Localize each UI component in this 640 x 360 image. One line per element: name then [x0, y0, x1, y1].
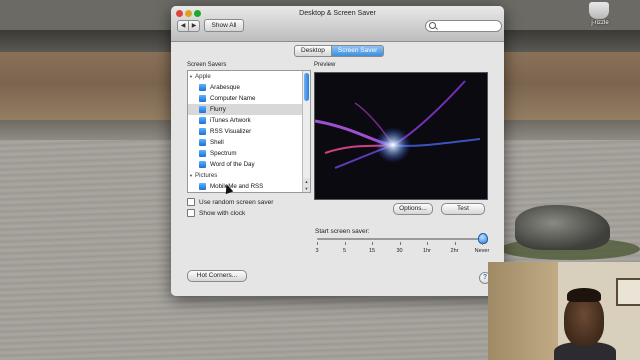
slider-tick	[454, 242, 456, 245]
screen-saver-module-icon	[199, 183, 206, 190]
slider-tick-label: Never	[474, 248, 490, 254]
screen-saver-list[interactable]: Apple Arabesque Computer Name Flurry iTunes …	[187, 70, 311, 193]
options-button[interactable]: Options...	[393, 203, 433, 215]
user-home-icon[interactable]	[589, 2, 609, 19]
scrollbar-thumb[interactable]	[304, 73, 309, 101]
list-item[interactable]: Computer Name	[188, 93, 310, 104]
slider-tick-label: 30	[396, 248, 403, 254]
slider-tick	[427, 242, 428, 245]
list-item[interactable]: MobileMe and RSS	[188, 181, 310, 192]
list-item[interactable]: Word of the Day	[188, 159, 310, 170]
screen-saver-module-icon	[199, 161, 206, 168]
list-item-label: Flurry	[210, 106, 226, 113]
slider-knob[interactable]	[478, 233, 488, 244]
screen-saver-module-icon	[199, 106, 206, 113]
list-item-label: Spectrum	[210, 150, 237, 157]
list-item-label: Arabesque	[210, 84, 240, 91]
tab-bar: Desktop Screen Saver	[294, 45, 385, 57]
pane-content: Desktop Screen Saver Screen Savers Previ…	[171, 42, 504, 296]
random-screen-saver-label[interactable]: Use random screen saver	[199, 199, 273, 206]
tab-screen-saver[interactable]: Screen Saver	[331, 45, 385, 57]
screen-saver-module-icon	[199, 128, 206, 135]
start-screen-saver-slider[interactable]	[317, 238, 482, 240]
list-item-label: Computer Name	[210, 95, 256, 102]
window-title: Desktop & Screen Saver	[299, 10, 376, 17]
webcam-overlay	[488, 262, 640, 360]
test-button[interactable]: Test	[441, 203, 485, 215]
show-clock-label[interactable]: Show with clock	[199, 210, 245, 217]
tab-desktop[interactable]: Desktop	[294, 45, 332, 57]
preferences-window: Desktop & Screen Saver ◀ ▶ Show All Desk…	[171, 6, 504, 296]
search-icon	[429, 22, 436, 29]
screen-saver-module-icon	[199, 95, 206, 102]
show-clock-checkbox[interactable]	[187, 209, 195, 217]
list-item-label: Word of the Day	[210, 161, 255, 168]
slider-tick	[482, 242, 483, 245]
flurry-preview-graphic	[315, 80, 481, 169]
slider-tick-label: 3	[315, 248, 319, 254]
search-input[interactable]	[425, 20, 502, 32]
slider-tick-label: 2hr	[450, 248, 459, 254]
list-item[interactable]: Flurry	[188, 104, 310, 115]
list-item[interactable]: Arabesque	[188, 82, 310, 93]
webcam-picture-frame	[616, 278, 640, 306]
scroll-down-arrow-icon[interactable]: ▼	[303, 185, 310, 192]
random-screen-saver-row[interactable]: Use random screen saver	[187, 198, 273, 206]
show-all-button[interactable]: Show All	[204, 19, 244, 32]
slider-tick	[344, 242, 346, 245]
list-group-header[interactable]: Apple	[188, 71, 310, 82]
slider-tick-label: 1hr	[423, 248, 431, 254]
list-scrollbar[interactable]: ▲ ▼	[302, 71, 310, 192]
list-item[interactable]: Shell	[188, 137, 310, 148]
scroll-up-arrow-icon[interactable]: ▲	[303, 178, 310, 185]
screen-saver-module-icon	[199, 117, 206, 124]
slider-tick	[372, 242, 373, 245]
list-item-label: iTunes Artwork	[210, 117, 251, 124]
screen-savers-heading: Screen Savers	[187, 62, 227, 68]
list-item[interactable]: iTunes Artwork	[188, 115, 310, 126]
webcam-person-hair	[567, 288, 601, 302]
list-item-label: MobileMe and RSS	[210, 183, 264, 190]
list-item-label: Shell	[210, 139, 224, 146]
slider-tick-label: 15	[368, 248, 376, 254]
list-item[interactable]: Spectrum	[188, 148, 310, 159]
forward-button[interactable]: ▶	[188, 20, 200, 32]
random-screen-saver-checkbox[interactable]	[187, 198, 195, 206]
list-item-label: Pictures	[195, 172, 218, 179]
user-home-label[interactable]: j-rizzle	[580, 20, 620, 26]
webcam-door	[488, 262, 558, 360]
preview-heading: Preview	[314, 62, 336, 68]
slider-tick	[399, 242, 401, 245]
list-item-label: Apple	[195, 73, 211, 80]
screen-saver-preview	[314, 72, 488, 200]
screen-saver-module-icon	[199, 150, 206, 157]
start-screen-saver-label: Start screen saver:	[315, 228, 370, 235]
slider-tick-label: 5	[342, 248, 347, 254]
title-bar[interactable]: Desktop & Screen Saver ◀ ▶ Show All	[171, 6, 504, 42]
show-clock-row[interactable]: Show with clock	[187, 209, 245, 217]
screen-saver-module-icon	[199, 84, 206, 91]
list-item-label: RSS Visualizer	[210, 128, 252, 135]
slider-tick	[317, 242, 318, 245]
hot-corners-button[interactable]: Hot Corners...	[187, 270, 247, 282]
list-group-header[interactable]: Pictures	[188, 170, 310, 181]
list-item[interactable]: RSS Visualizer	[188, 126, 310, 137]
screen-saver-module-icon	[199, 139, 206, 146]
